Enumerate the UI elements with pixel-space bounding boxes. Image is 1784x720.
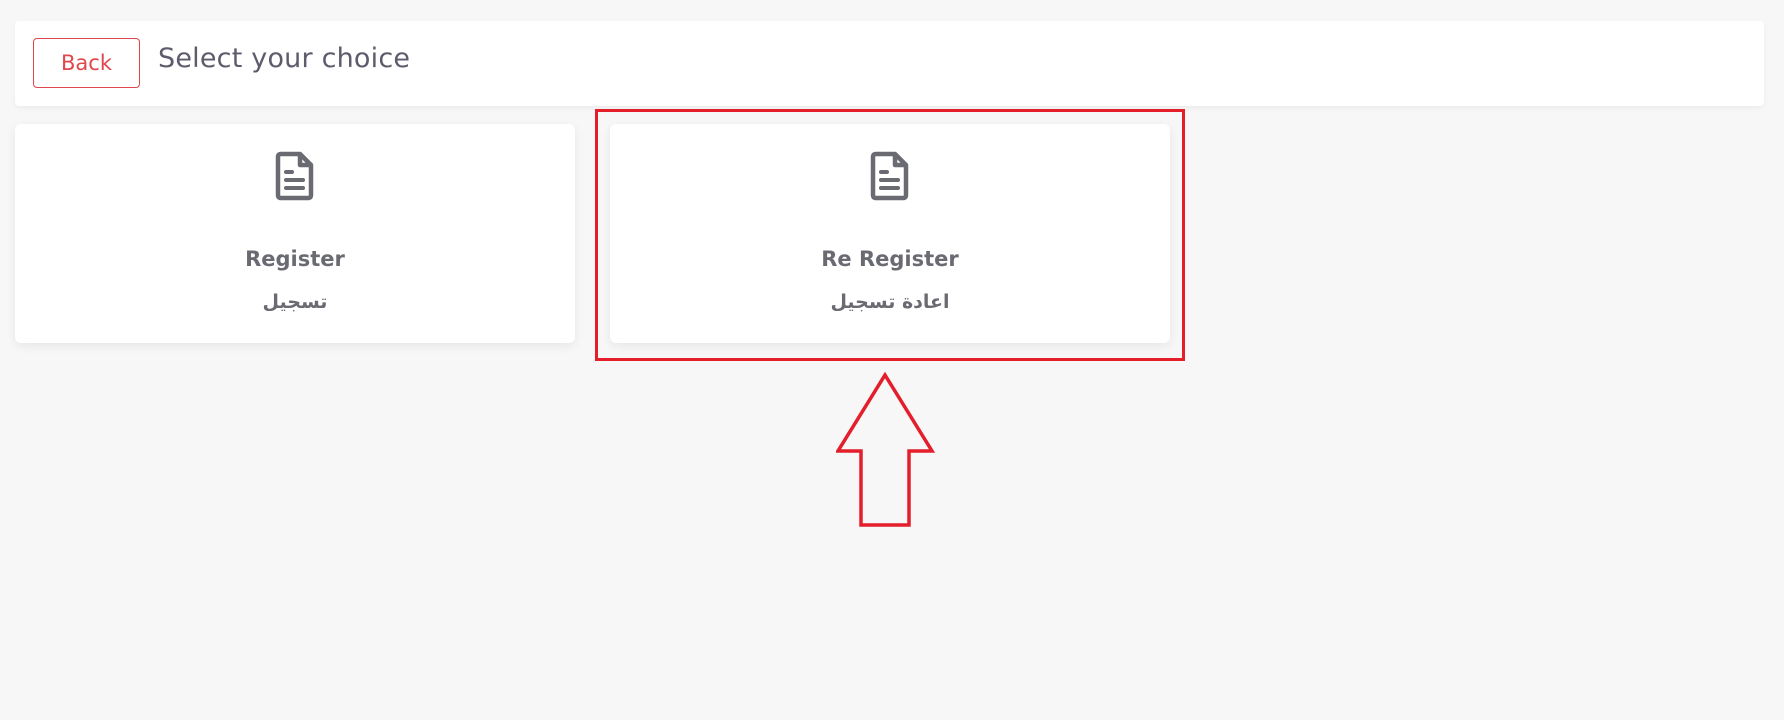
document-icon <box>870 151 909 201</box>
page-title: Select your choice <box>158 43 411 74</box>
card-subtitle: تسجيل <box>262 291 328 313</box>
card-title: Register <box>245 247 345 271</box>
card-re-register[interactable]: Re Register اعادة تسجيل <box>610 124 1170 343</box>
back-button[interactable]: Back <box>33 38 140 88</box>
card-register[interactable]: Register تسجيل <box>15 124 575 343</box>
arrow-up-icon <box>836 372 936 527</box>
document-icon <box>275 151 314 201</box>
card-title: Re Register <box>821 247 959 271</box>
header-bar: Back Select your choice <box>15 21 1764 106</box>
card-subtitle: اعادة تسجيل <box>830 291 950 313</box>
